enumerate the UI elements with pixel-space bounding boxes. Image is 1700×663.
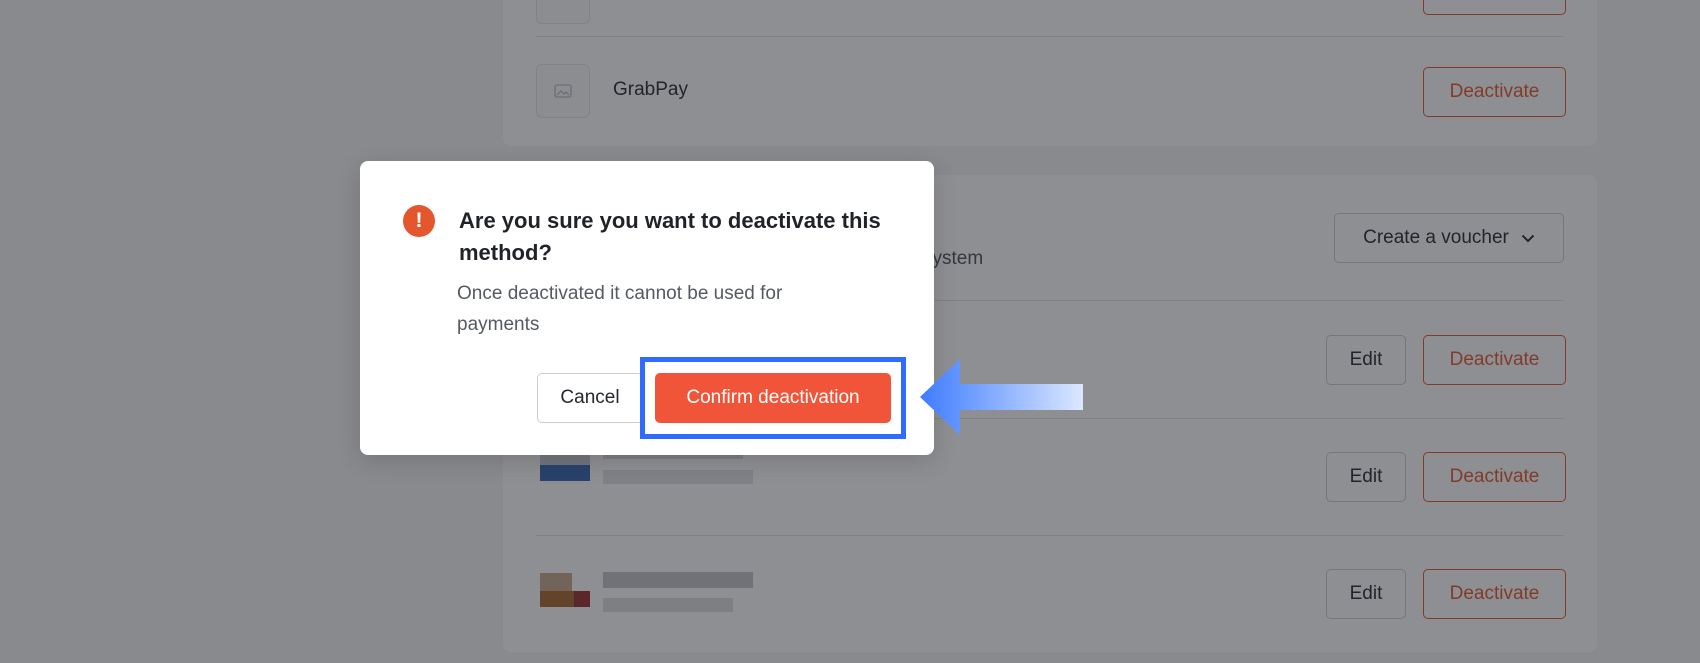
dialog-title: Are you sure you want to deactivate this… [459,208,881,265]
dialog-message: Once deactivated it cannot be used for p… [457,283,783,335]
cancel-button[interactable]: Cancel [537,373,643,423]
confirm-deactivation-button[interactable]: Confirm deactivation [655,373,891,423]
exclamation-circle-icon: ! [403,205,435,237]
annotation-arrow-icon [920,359,1083,435]
